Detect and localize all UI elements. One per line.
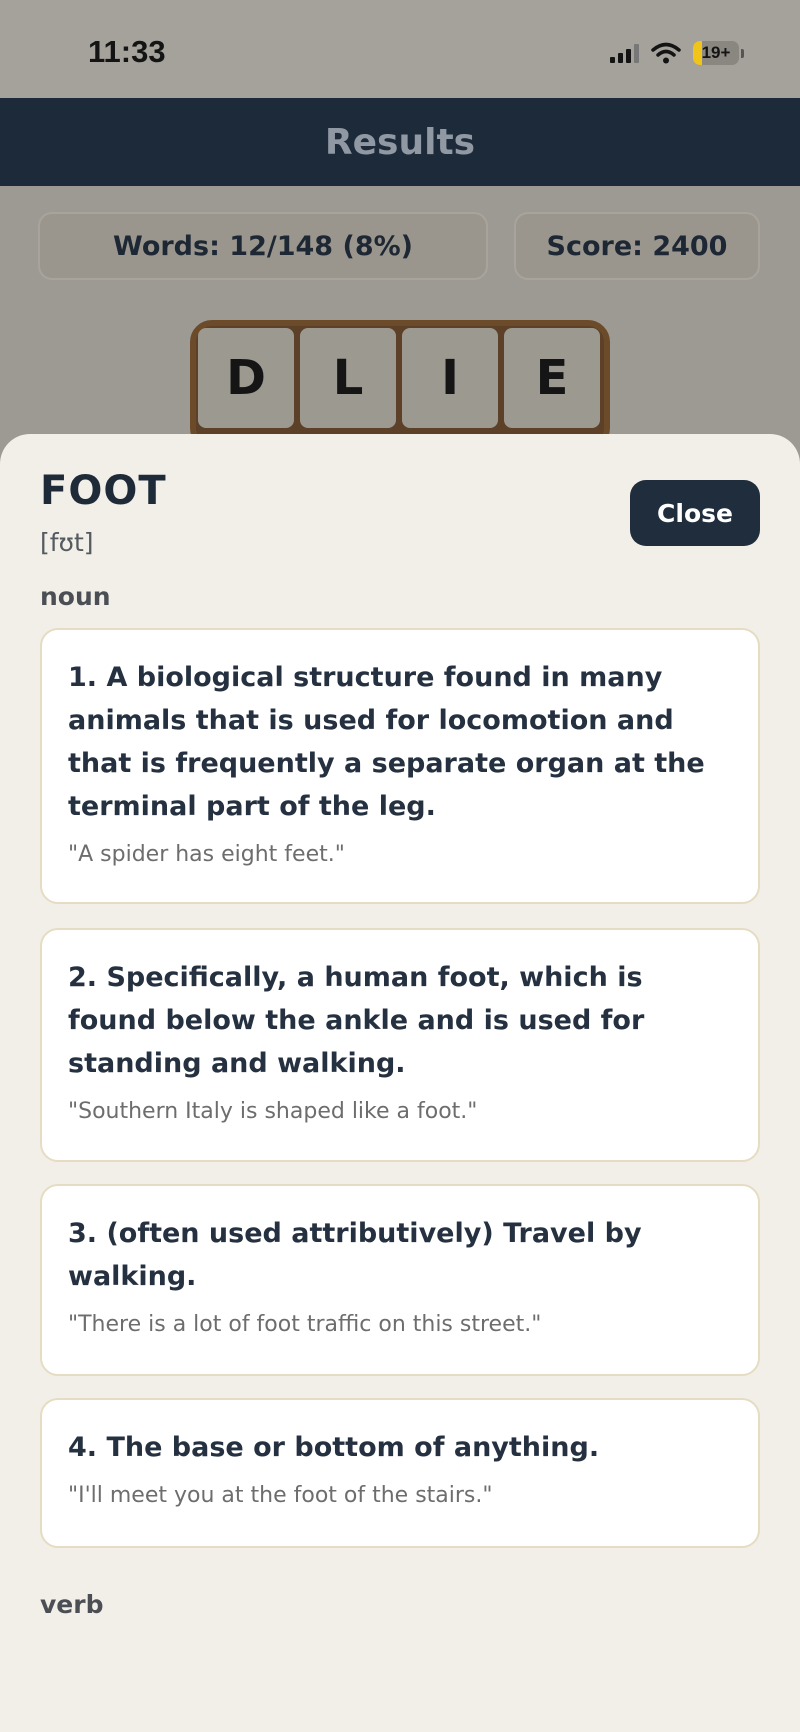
letter-tile[interactable]: L <box>300 328 396 428</box>
definition-card: 4. The base or bottom of anything. "I'll… <box>40 1398 760 1548</box>
status-icons: 19+ <box>610 36 744 70</box>
letter-tile[interactable]: E <box>504 328 600 428</box>
definition-text: 2. Specifically, a human foot, which is … <box>68 962 645 1079</box>
definition-card: 2. Specifically, a human foot, which is … <box>40 928 760 1162</box>
definition-example: "Southern Italy is shaped like a foot." <box>68 1099 478 1124</box>
status-bar: 11:33 19+ <box>0 0 800 98</box>
wifi-icon <box>651 42 681 64</box>
status-time: 11:33 <box>88 34 166 69</box>
battery-level: 19+ <box>701 43 731 62</box>
definition-text: 4. The base or bottom of anything. <box>68 1432 600 1463</box>
battery-tip <box>741 48 744 58</box>
definition-word: FOOT <box>40 468 167 514</box>
score-text: Score: 2400 <box>546 230 728 262</box>
words-count-text: Words: 12/148 (8%) <box>113 230 413 262</box>
definition-example: "I'll meet you at the foot of the stairs… <box>68 1483 493 1508</box>
results-header: Results <box>0 98 800 186</box>
part-of-speech-noun: noun <box>40 582 111 611</box>
close-button[interactable]: Close <box>630 480 760 546</box>
cellular-signal-icon <box>610 43 639 63</box>
part-of-speech-verb: verb <box>40 1590 104 1619</box>
definition-card: 3. (often used attributively) Travel by … <box>40 1184 760 1376</box>
definition-text: 3. (often used attributively) Travel by … <box>68 1218 642 1292</box>
battery-icon: 19+ <box>693 41 739 65</box>
words-count-badge: Words: 12/148 (8%) <box>38 212 488 280</box>
definition-card: 1. A biological structure found in many … <box>40 628 760 904</box>
page-title: Results <box>324 121 476 163</box>
letter-tile[interactable]: I <box>402 328 498 428</box>
definition-example: "There is a lot of foot traffic on this … <box>68 1312 542 1337</box>
phonetic-spelling: [fʊt] <box>40 528 94 557</box>
definition-sheet: FOOT [fʊt] Close noun 1. A biological st… <box>0 434 800 1732</box>
score-badge: Score: 2400 <box>514 212 760 280</box>
letter-tile[interactable]: D <box>198 328 294 428</box>
definition-example: "A spider has eight feet." <box>68 842 345 867</box>
definition-text: 1. A biological structure found in many … <box>68 662 705 822</box>
